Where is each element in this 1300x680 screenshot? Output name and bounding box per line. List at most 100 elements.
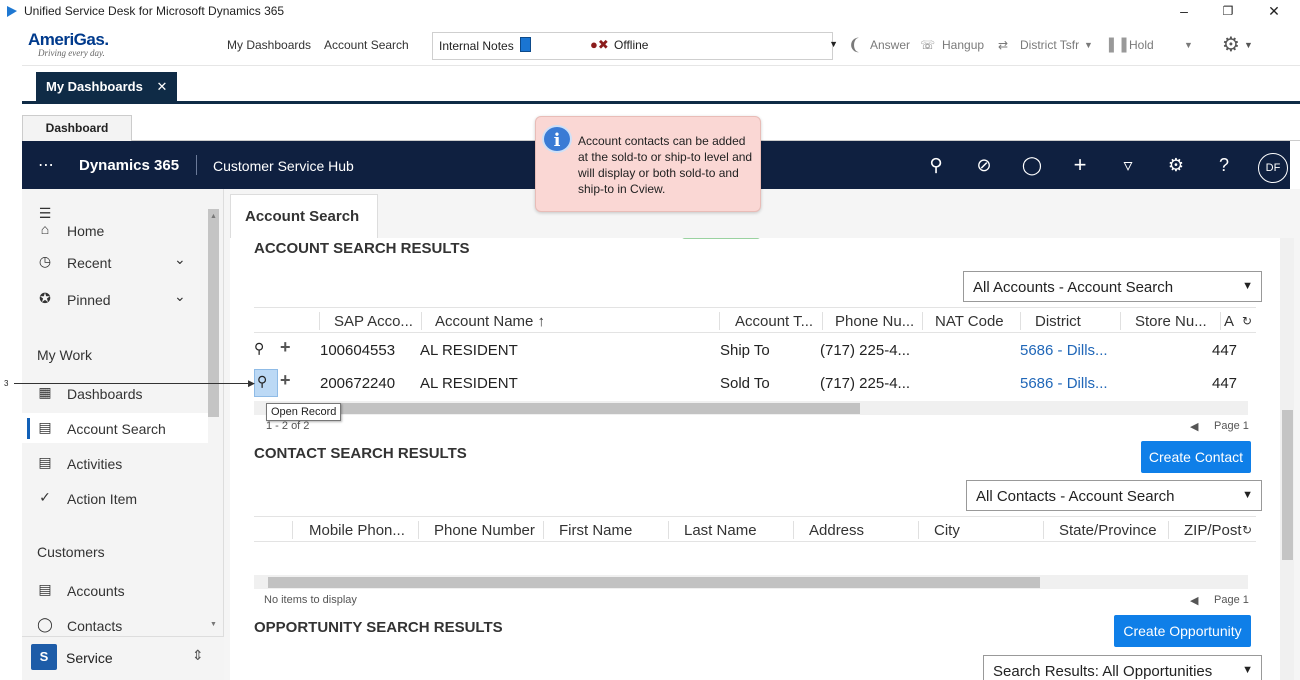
contact-view-selector[interactable]: All Contacts - Account Search ▼: [966, 480, 1262, 511]
column-zip[interactable]: ZIP/Post: [1184, 522, 1242, 539]
district-transfer-button[interactable]: District Tsfr: [1020, 38, 1079, 52]
main-scrollbar[interactable]: [1280, 238, 1294, 680]
sidebar-item-recent[interactable]: ◷ Recent ⌄: [22, 247, 208, 277]
create-opportunity-button[interactable]: Create Opportunity: [1114, 615, 1251, 647]
cell-phone: (717) 225-4...: [820, 342, 911, 359]
scrollbar-thumb[interactable]: [268, 403, 860, 414]
contact-view-value: All Contacts - Account Search: [976, 488, 1175, 505]
lightbulb-icon[interactable]: ◯: [1020, 153, 1044, 177]
refresh-icon[interactable]: ↻: [1242, 314, 1252, 328]
open-record-icon[interactable]: ⚲: [257, 373, 267, 390]
my-dashboards-link[interactable]: My Dashboards: [227, 38, 311, 52]
tab-account-search[interactable]: Account Search: [230, 194, 378, 238]
chevron-down-icon[interactable]: ⌄: [174, 251, 186, 268]
cell-district-link[interactable]: 5686 - Dills...: [1020, 375, 1108, 392]
close-window-button[interactable]: ✕: [1254, 0, 1294, 22]
scrollbar-thumb[interactable]: [1282, 410, 1293, 560]
column-a[interactable]: A: [1224, 313, 1234, 330]
sidebar-scrollbar[interactable]: [208, 209, 219, 417]
column-divider: [543, 521, 544, 539]
column-sap-account[interactable]: SAP Acco...: [334, 313, 413, 330]
open-record-icon[interactable]: ⚲: [254, 340, 264, 357]
add-plus-icon[interactable]: +: [280, 370, 291, 391]
column-account-name[interactable]: Account Name ↑: [435, 313, 545, 330]
area-switcher[interactable]: S Service ⇕: [22, 636, 224, 680]
column-store-number[interactable]: Store Nu...: [1135, 313, 1207, 330]
column-phone[interactable]: Phone Nu...: [835, 313, 914, 330]
checkmark-icon: ✓: [39, 489, 51, 505]
settings-dropdown-icon[interactable]: ▼: [1244, 40, 1253, 50]
contact-grid-header: Mobile Phon... Phone Number First Name L…: [254, 516, 1256, 542]
cell-account-name[interactable]: AL RESIDENT: [420, 342, 518, 359]
account-search-link[interactable]: Account Search: [324, 38, 409, 52]
app-launcher-icon[interactable]: ⋯: [38, 155, 54, 175]
new-plus-icon[interactable]: +: [1068, 153, 1092, 177]
column-divider: [1043, 521, 1044, 539]
app-name[interactable]: Dynamics 365: [79, 157, 179, 174]
column-phone-number[interactable]: Phone Number: [434, 522, 535, 539]
scroll-up-icon[interactable]: ▲: [210, 213, 217, 220]
table-row[interactable]: ⚲ + 100604553 AL RESIDENT Ship To (717) …: [254, 334, 1248, 367]
settings-icon[interactable]: ⚙: [1164, 153, 1188, 177]
help-icon[interactable]: ?: [1212, 153, 1236, 177]
column-mobile-phone[interactable]: Mobile Phon...: [309, 522, 405, 539]
hangup-button[interactable]: Hangup: [942, 38, 984, 52]
chevron-down-icon[interactable]: ⌄: [174, 288, 186, 305]
app-module-name[interactable]: Customer Service Hub: [213, 158, 354, 174]
search-icon[interactable]: ⚲: [924, 153, 948, 177]
sidebar-item-accounts[interactable]: ▤ Accounts: [22, 575, 208, 605]
column-first-name[interactable]: First Name: [559, 522, 632, 539]
sidebar-item-label: Activities: [67, 456, 123, 472]
task-flow-icon[interactable]: ⊘: [972, 153, 996, 177]
minimize-button[interactable]: –: [1164, 0, 1204, 22]
account-view-value: All Accounts - Account Search: [973, 279, 1174, 296]
create-contact-button[interactable]: Create Contact: [1141, 441, 1251, 473]
table-row[interactable]: ⚲ + 200672240 AL RESIDENT Sold To (717) …: [254, 367, 1248, 400]
restore-button[interactable]: ❐: [1208, 0, 1248, 22]
column-district[interactable]: District: [1035, 313, 1081, 330]
sidebar-item-activities[interactable]: ▤ Activities: [22, 448, 208, 478]
notes-dropdown-icon[interactable]: ▼: [829, 39, 838, 49]
user-avatar[interactable]: DF: [1258, 153, 1288, 183]
column-last-name[interactable]: Last Name: [684, 522, 757, 539]
session-tab-my-dashboards[interactable]: My Dashboards ✕: [36, 72, 178, 104]
column-divider: [421, 312, 422, 330]
cell-store: 447: [1212, 375, 1238, 392]
settings-gear-icon[interactable]: ⚙: [1222, 32, 1240, 57]
column-divider: [668, 521, 669, 539]
cell-district-link[interactable]: 5686 - Dills...: [1020, 342, 1108, 359]
column-nat-code[interactable]: NAT Code: [935, 313, 1004, 330]
account-grid-hscrollbar[interactable]: [254, 401, 1248, 415]
tab-dashboard[interactable]: Dashboard: [22, 115, 132, 141]
sidebar-item-home[interactable]: ☰ ⌂ Home: [22, 205, 208, 245]
brand-name: AmeriGas.: [28, 30, 109, 49]
account-view-selector[interactable]: All Accounts - Account Search ▼: [963, 271, 1262, 302]
column-account-type[interactable]: Account T...: [735, 313, 813, 330]
first-page-icon[interactable]: ◀: [1190, 594, 1198, 607]
contact-grid-hscrollbar[interactable]: [254, 575, 1248, 589]
opportunity-view-selector[interactable]: Search Results: All Opportunities ▼: [983, 655, 1262, 680]
sidebar-item-account-search[interactable]: ▤ Account Search: [22, 413, 208, 443]
hold-button[interactable]: Hold: [1129, 38, 1154, 52]
filter-icon[interactable]: ▿: [1116, 153, 1140, 177]
sidebar-item-action-item[interactable]: ✓ Action Item: [22, 483, 208, 513]
sidebar-item-label: Action Item: [67, 491, 138, 507]
first-page-icon[interactable]: ◀: [1190, 420, 1198, 433]
sidebar-item-pinned[interactable]: ✪ Pinned ⌄: [22, 284, 208, 314]
transfer-dropdown-icon[interactable]: ▼: [1084, 40, 1093, 50]
hamburger-menu-icon[interactable]: ☰: [36, 205, 54, 222]
selected-indicator: [27, 418, 30, 439]
answer-button[interactable]: Answer: [870, 38, 910, 52]
column-address[interactable]: Address: [809, 522, 864, 539]
cell-account-name[interactable]: AL RESIDENT: [420, 375, 518, 392]
hold-dropdown-icon[interactable]: ▼: [1184, 40, 1193, 50]
column-city[interactable]: City: [934, 522, 960, 539]
close-tab-icon[interactable]: ✕: [156, 79, 167, 94]
column-divider: [918, 521, 919, 539]
scroll-down-icon[interactable]: ▼: [210, 621, 217, 628]
column-state[interactable]: State/Province: [1059, 522, 1157, 539]
add-plus-icon[interactable]: +: [280, 337, 291, 358]
refresh-icon[interactable]: ↻: [1242, 523, 1252, 537]
scrollbar-thumb[interactable]: [268, 577, 1040, 588]
chevron-updown-icon[interactable]: ⇕: [192, 647, 204, 664]
